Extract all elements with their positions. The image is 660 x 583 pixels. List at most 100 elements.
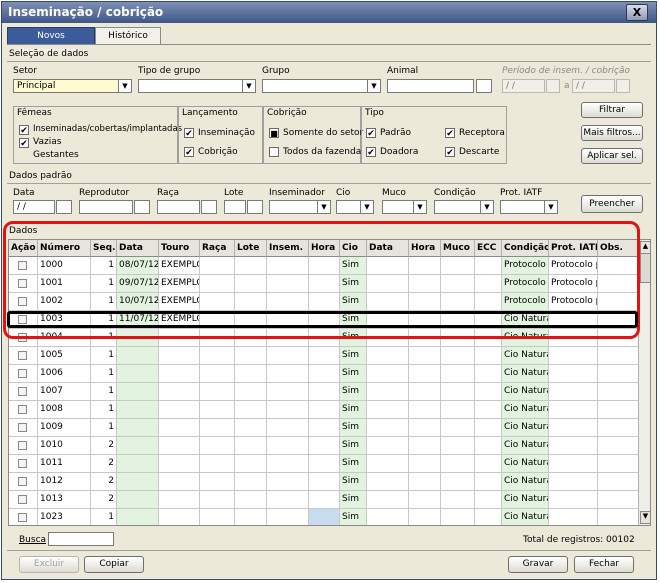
table-cell[interactable] [117,419,159,437]
grid-header-col-0[interactable]: Ação [9,240,38,257]
table-cell[interactable]: 1000 [38,257,91,275]
table-cell[interactable]: Sim [340,329,367,347]
table-cell[interactable]: Sim [340,419,367,437]
table-cell[interactable] [267,257,309,275]
table-cell[interactable]: 1 [91,275,117,293]
table-cell[interactable]: Sim [340,473,367,491]
table-cell[interactable] [235,437,267,455]
table-cell[interactable] [367,437,409,455]
table-cell[interactable] [9,329,38,347]
table-cell[interactable]: 2 [91,455,117,473]
table-cell[interactable] [267,491,309,509]
table-cell[interactable] [267,437,309,455]
table-cell[interactable] [235,329,267,347]
table-cell[interactable] [441,401,475,419]
table-cell[interactable] [549,509,598,525]
table-cell[interactable] [9,293,38,311]
table-cell[interactable] [159,383,200,401]
periodo-from-picker[interactable] [546,79,560,93]
table-cell[interactable] [117,437,159,455]
table-cell[interactable] [441,293,475,311]
table-cell[interactable]: Cio Natural [502,365,549,383]
table-cell[interactable] [475,473,502,491]
padrao-data-input[interactable]: / / [13,200,55,214]
table-cell[interactable] [549,401,598,419]
table-cell[interactable] [441,419,475,437]
table-cell[interactable] [200,275,235,293]
table-cell[interactable] [367,383,409,401]
table-cell[interactable] [309,491,340,509]
table-cell[interactable] [117,401,159,419]
table-cell[interactable] [367,329,409,347]
close-button[interactable]: X [626,4,648,21]
table-cell[interactable]: Sim [340,437,367,455]
table-cell[interactable] [367,347,409,365]
row-action-checkbox[interactable] [18,315,27,324]
table-cell[interactable] [159,491,200,509]
table-cell[interactable] [200,257,235,275]
table-cell[interactable] [235,347,267,365]
row-action-checkbox[interactable] [18,459,27,468]
table-cell[interactable]: 1 [91,509,117,525]
table-cell[interactable] [475,275,502,293]
table-cell[interactable] [598,365,639,383]
table-cell[interactable] [409,365,441,383]
table-cell[interactable] [200,401,235,419]
padrao-cio-select[interactable]: ▼ [336,200,374,214]
table-cell[interactable] [117,473,159,491]
table-cell[interactable] [267,347,309,365]
table-cell[interactable] [367,509,409,525]
table-cell[interactable]: Sim [340,311,367,329]
table-cell[interactable]: Cio Natural [502,383,549,401]
table-cell[interactable] [475,491,502,509]
table-cell[interactable] [441,329,475,347]
table-cell[interactable]: 1001 [38,275,91,293]
table-cell[interactable] [267,329,309,347]
table-cell[interactable]: 1004 [38,329,91,347]
table-cell[interactable]: 1 [91,329,117,347]
row-action-checkbox[interactable] [18,477,27,486]
table-cell[interactable] [598,293,639,311]
table-cell[interactable] [549,383,598,401]
table-cell[interactable] [598,509,639,525]
table-cell[interactable] [309,455,340,473]
table-cell[interactable]: 1 [91,257,117,275]
table-cell[interactable]: EXEMPLO [159,293,200,311]
table-cell[interactable] [200,437,235,455]
table-cell[interactable] [309,257,340,275]
grid-header-col-7[interactable]: Insem. [267,240,309,257]
tipo-grupo-select[interactable]: ▼ [138,79,256,93]
row-action-checkbox[interactable] [18,441,27,450]
padrao-raca-input[interactable] [157,200,200,214]
table-cell[interactable]: 1 [91,293,117,311]
tipo-descarte-checkbox[interactable]: ✔ [445,147,455,158]
table-cell[interactable] [235,275,267,293]
table-cell[interactable]: 1006 [38,365,91,383]
table-cell[interactable] [409,293,441,311]
table-cell[interactable] [475,401,502,419]
table-cell[interactable] [598,473,639,491]
table-cell[interactable] [441,437,475,455]
chevron-down-icon[interactable]: ▼ [480,201,493,213]
table-cell[interactable] [598,383,639,401]
grid-header-col-1[interactable]: Número [38,240,91,257]
table-cell[interactable] [367,293,409,311]
row-action-checkbox[interactable] [18,333,27,342]
table-cell[interactable] [267,419,309,437]
table-cell[interactable]: 1013 [38,491,91,509]
table-cell[interactable]: Cio Natural [502,401,549,419]
table-cell[interactable] [475,329,502,347]
table-cell[interactable]: Cio Natural [502,473,549,491]
table-cell[interactable] [200,365,235,383]
chevron-down-icon[interactable]: ▼ [360,201,373,213]
table-cell[interactable] [200,293,235,311]
row-action-checkbox[interactable] [18,423,27,432]
row-action-checkbox[interactable] [18,261,27,270]
table-cell[interactable] [235,455,267,473]
table-cell[interactable] [367,491,409,509]
table-cell[interactable]: Protocolo pa [549,293,598,311]
table-cell[interactable]: 1 [91,383,117,401]
table-cell[interactable]: 1012 [38,473,91,491]
femeas-vazias-checkbox[interactable]: ✔ [19,138,29,149]
table-cell[interactable] [267,509,309,525]
